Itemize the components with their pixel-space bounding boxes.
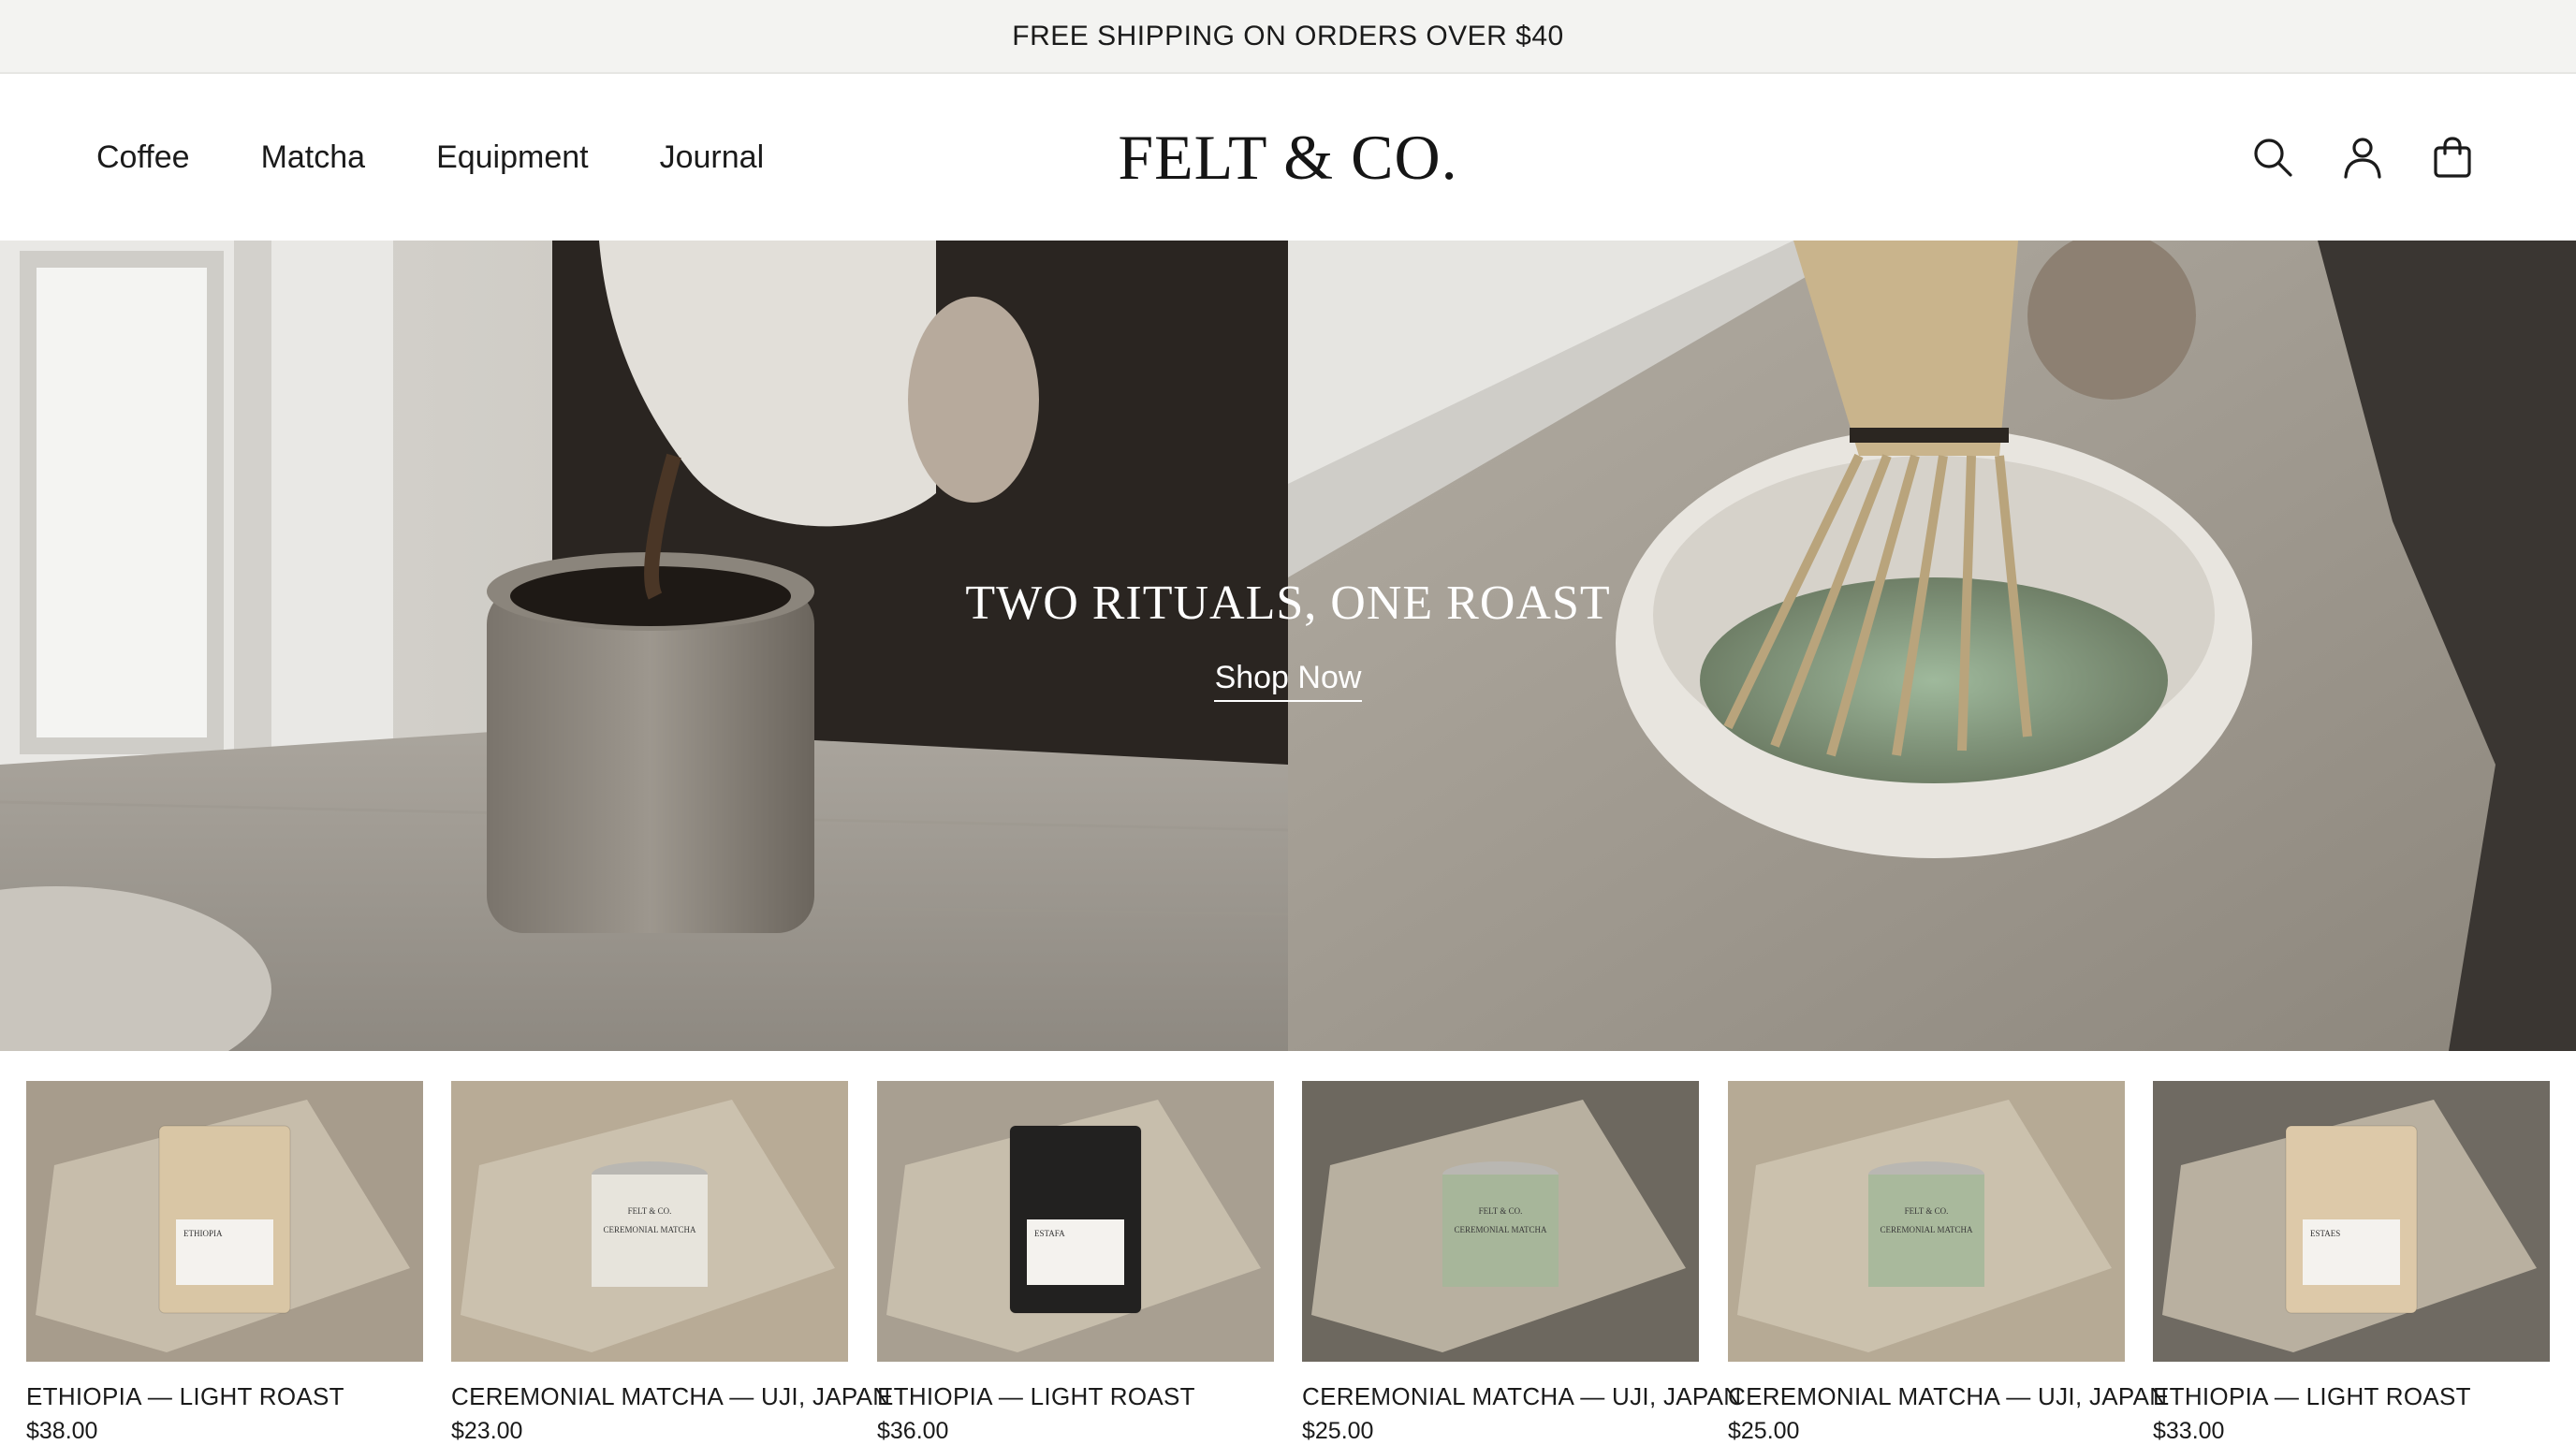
pack-brand-text: FELT & CO.: [628, 1206, 672, 1216]
search-icon[interactable]: [2248, 133, 2297, 182]
pack-label-text: CEREMONIAL MATCHA: [1455, 1225, 1547, 1234]
nav-link-matcha[interactable]: Matcha: [261, 139, 366, 176]
product-price: $25.00: [1728, 1418, 1800, 1444]
product-card[interactable]: FELT & CO. CEREMONIAL MATCHA CEREMONIAL MA…: [1728, 1081, 2167, 1444]
product-image[interactable]: FELT & CO. CEREMONIAL MATCHA: [451, 1081, 848, 1362]
announcement-text: FREE SHIPPING ON ORDERS OVER $40: [1012, 20, 1564, 51]
pack-brand-text: FELT & CO.: [1905, 1206, 1949, 1216]
pack-label-text: CEREMONIAL MATCHA: [1881, 1225, 1973, 1234]
shop-now-link[interactable]: Shop Now: [1214, 660, 1362, 702]
site-header: Coffee Matcha Equipment Journal FELT & C…: [0, 74, 2576, 241]
pack-label-text: ESTAES: [2310, 1229, 2340, 1238]
brand-logo[interactable]: FELT & CO.: [1118, 121, 1457, 195]
product-card[interactable]: ETHIOPIA ETHIOPIA — LIGHT ROAST $38.00: [26, 1081, 423, 1444]
pack-label-text: ETHIOPIA: [183, 1229, 223, 1238]
product-price: $25.00: [1302, 1418, 1374, 1444]
product-name[interactable]: CEREMONIAL MATCHA — UJI, JAPAN: [1302, 1382, 1741, 1411]
product-image[interactable]: FELT & CO. CEREMONIAL MATCHA: [1728, 1081, 2125, 1362]
hero-image-matcha: [1288, 241, 2576, 1051]
hero-image-coffee: [0, 241, 1289, 1051]
product-image[interactable]: ETHIOPIA: [26, 1081, 423, 1362]
product-image[interactable]: ESTAFA: [877, 1081, 1274, 1362]
nav-link-coffee[interactable]: Coffee: [96, 139, 190, 176]
product-name[interactable]: CEREMONIAL MATCHA — UJI, JAPAN: [451, 1382, 890, 1411]
product-price: $36.00: [877, 1418, 949, 1444]
product-card[interactable]: ESTAFA ETHIOPIA — LIGHT ROAST $36.00: [877, 1081, 1274, 1444]
product-image[interactable]: FELT & CO. CEREMONIAL MATCHA: [1302, 1081, 1699, 1362]
cart-icon[interactable]: [2428, 133, 2477, 182]
account-icon[interactable]: [2338, 133, 2387, 182]
pack-label-text: CEREMONIAL MATCHA: [604, 1225, 696, 1234]
product-grid: ETHIOPIA ETHIOPIA — LIGHT ROAST $38.00 FELT…: [0, 1081, 2576, 1444]
product-name[interactable]: CEREMONIAL MATCHA — UJI, JAPAN: [1728, 1382, 2167, 1411]
product-image[interactable]: ESTAES: [2153, 1081, 2550, 1362]
nav-link-equipment[interactable]: Equipment: [436, 139, 589, 176]
product-price: $23.00: [451, 1418, 523, 1444]
main-nav: Coffee Matcha Equipment Journal: [96, 74, 835, 241]
product-name[interactable]: ETHIOPIA — LIGHT ROAST: [2153, 1382, 2471, 1411]
nav-link-journal[interactable]: Journal: [660, 139, 765, 176]
header-icons: [2207, 74, 2477, 241]
pack-brand-text: FELT & CO.: [1479, 1206, 1523, 1216]
product-card[interactable]: ESTAES ETHIOPIA — LIGHT ROAST $33.00: [2153, 1081, 2550, 1444]
product-card[interactable]: FELT & CO. CEREMONIAL MATCHA CEREMONIAL MA…: [451, 1081, 890, 1444]
announcement-bar: FREE SHIPPING ON ORDERS OVER $40: [0, 0, 2576, 74]
pack-label-text: ESTAFA: [1034, 1229, 1065, 1238]
hero-banner: TWO RITUALS, ONE ROAST Shop Now: [0, 241, 2576, 1051]
product-card[interactable]: FELT & CO. CEREMONIAL MATCHA CEREMONIAL MA…: [1302, 1081, 1741, 1444]
product-price: $33.00: [2153, 1418, 2225, 1444]
product-name[interactable]: ETHIOPIA — LIGHT ROAST: [877, 1382, 1195, 1411]
product-name[interactable]: ETHIOPIA — LIGHT ROAST: [26, 1382, 344, 1411]
product-price: $38.00: [26, 1418, 98, 1444]
